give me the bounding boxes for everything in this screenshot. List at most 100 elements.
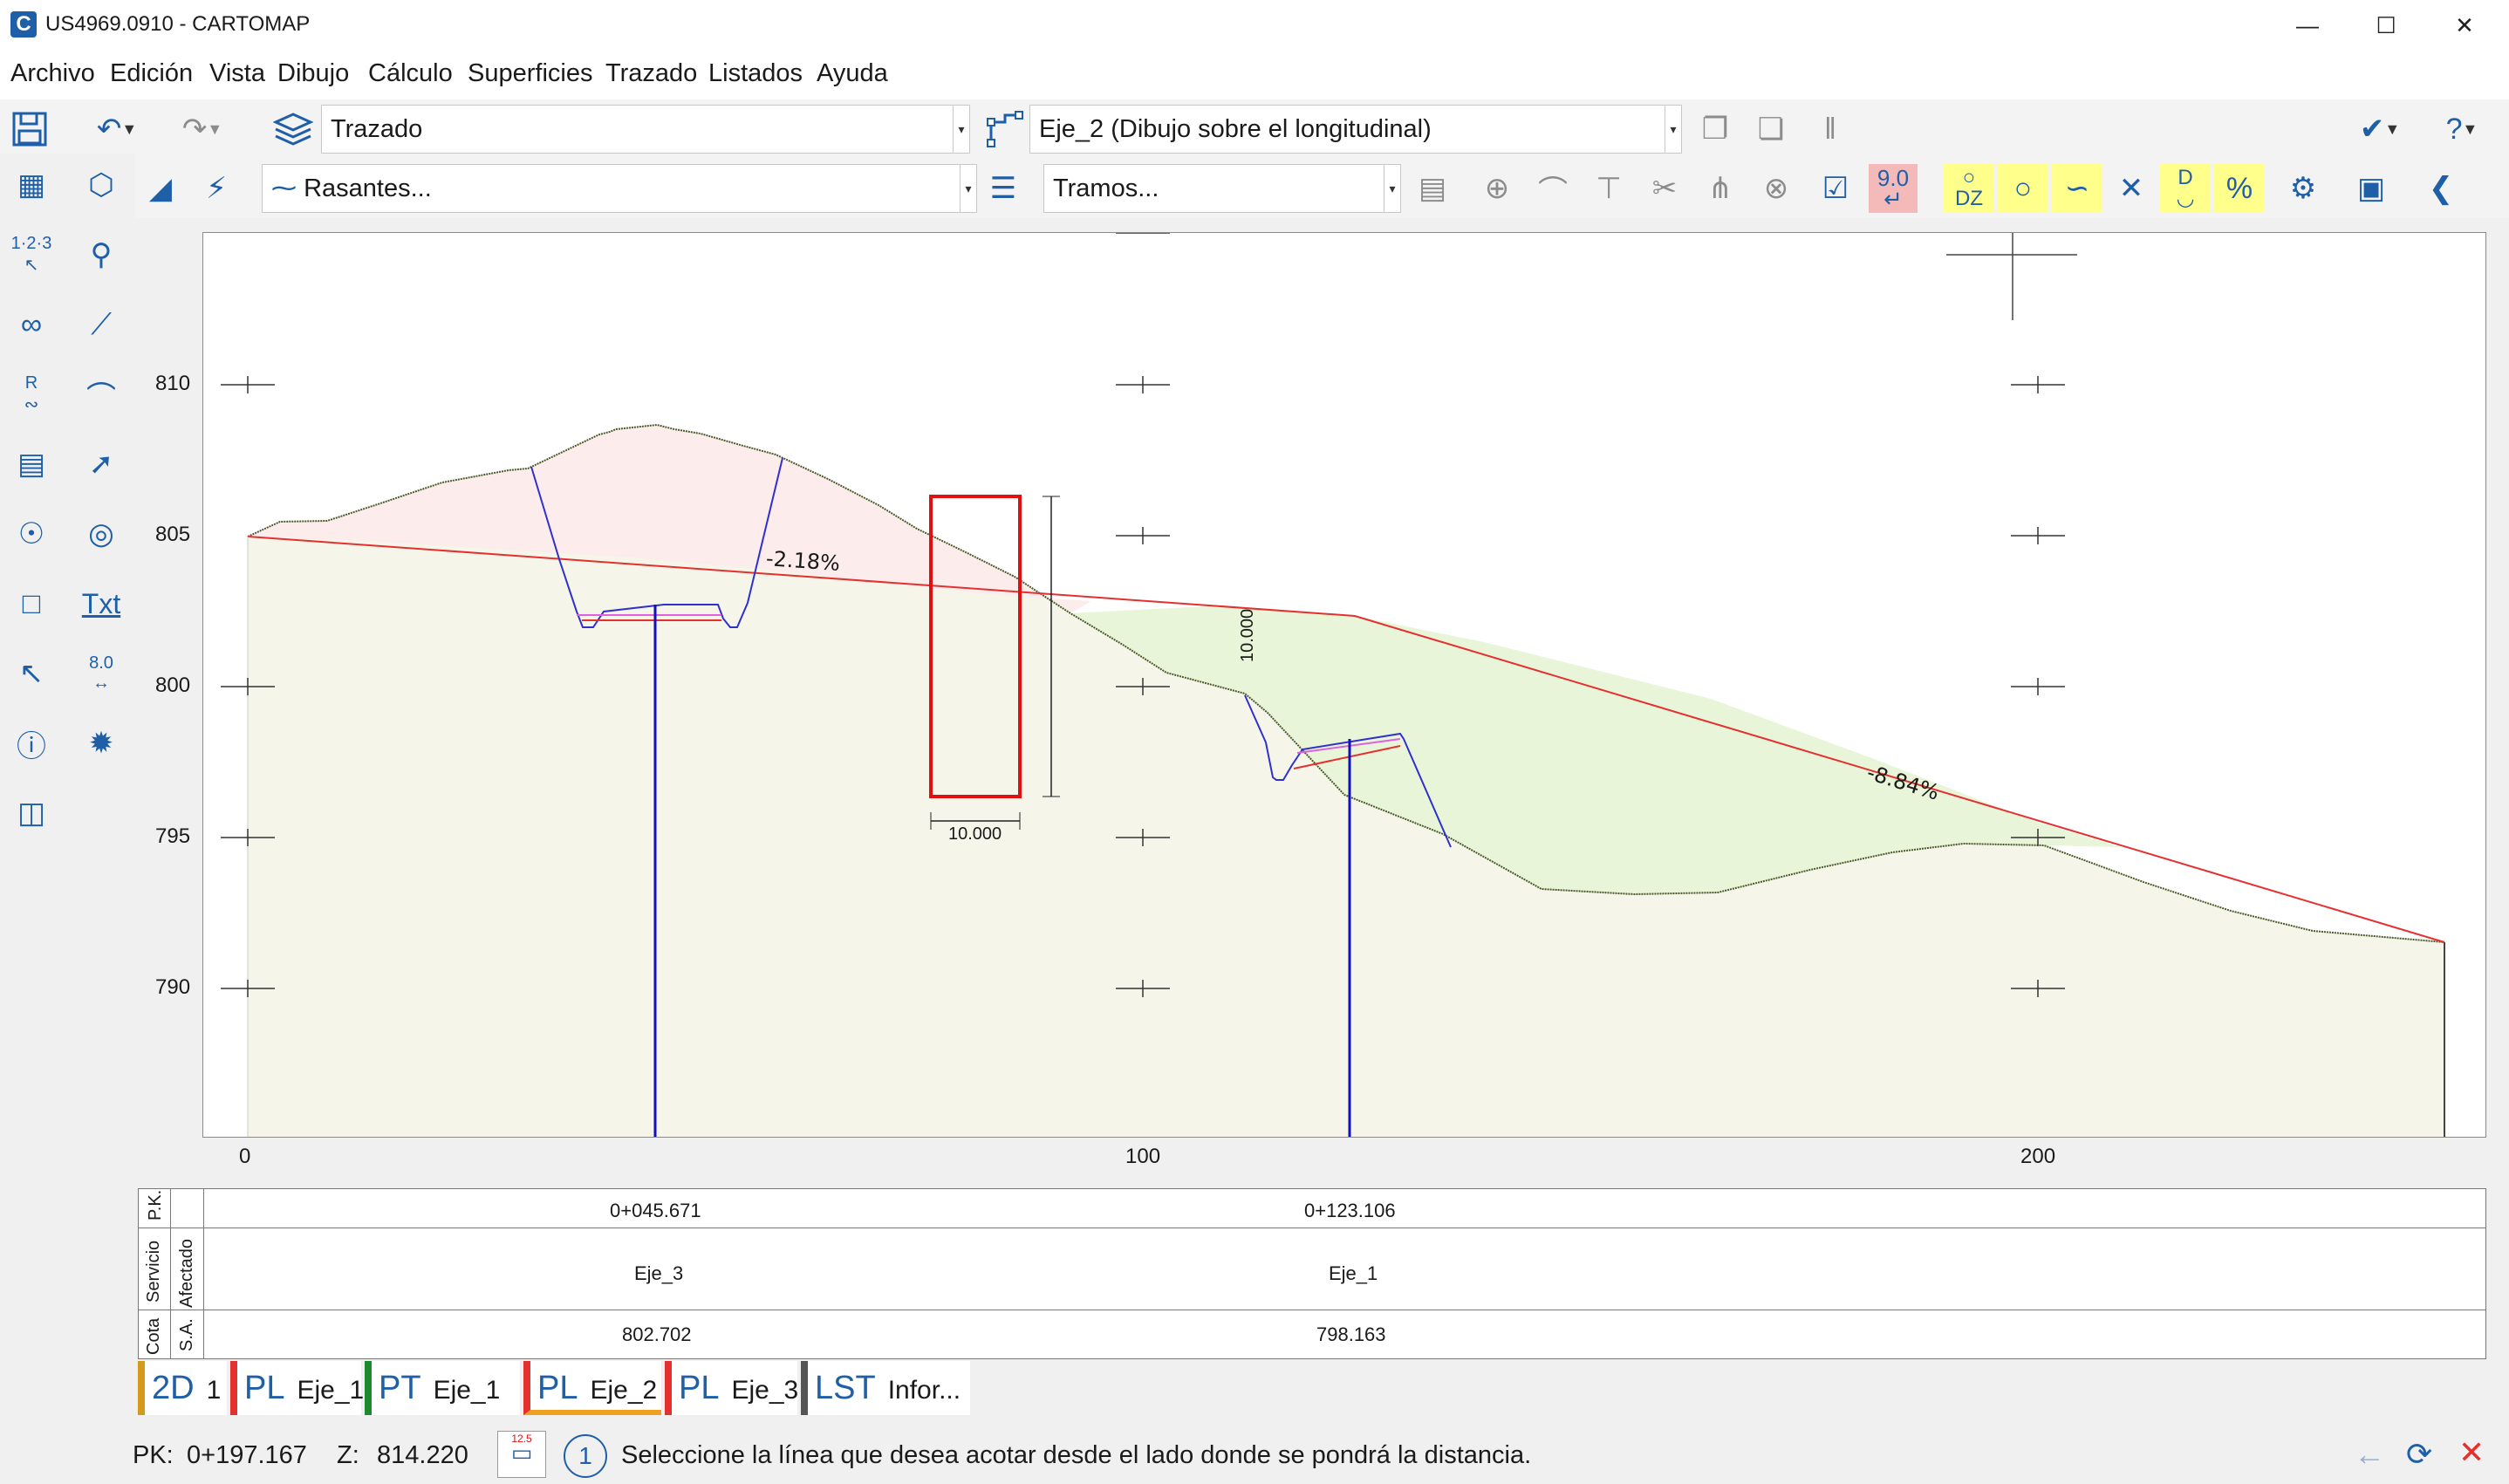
chevron-down-icon[interactable]: ▾ (1665, 106, 1681, 153)
menu-calculo[interactable]: Cálculo (368, 59, 453, 88)
minimize-icon[interactable]: — (2268, 0, 2347, 51)
percent-snap-button[interactable]: % (2214, 164, 2265, 213)
numbering-button[interactable]: 1·2·3 ↖ (3, 227, 59, 283)
chevron-down-icon[interactable]: ▾ (953, 106, 969, 153)
menu-superficies[interactable]: Superficies (468, 59, 592, 88)
image-icon[interactable]: ▦ (3, 157, 59, 213)
menu-trazado[interactable]: Trazado (605, 59, 697, 88)
circle-small-icon: ○ (1962, 166, 1976, 189)
select-arrow-icon[interactable]: ↖ (3, 646, 59, 701)
back-arrow-icon[interactable]: ← (2354, 1436, 2385, 1473)
info-icon[interactable]: ⓘ (3, 715, 59, 771)
dimension-icon: ↔ (92, 674, 110, 693)
close-icon[interactable]: ✕ (2425, 0, 2504, 51)
menu-edicion[interactable]: Edición (110, 59, 193, 88)
rasantes-combo[interactable]: ⁓ Rasantes... ▾ (262, 164, 977, 213)
row-label-sa: S.A. (177, 1318, 196, 1351)
menu-vista[interactable]: Vista (209, 59, 265, 88)
insert-vertex-icon[interactable]: ⊤ (1583, 162, 1635, 215)
tab-pt-eje1[interactable]: PTEje_1 ... (365, 1361, 520, 1459)
chevron-down-icon[interactable]: ▾ (960, 165, 976, 212)
refresh-icon[interactable]: ⟳ (2406, 1436, 2432, 1473)
trash-icon[interactable]: ◫ (3, 785, 59, 841)
ruler-icon[interactable]: ▤ (3, 436, 59, 492)
menu-ayuda[interactable]: Ayuda (817, 59, 888, 88)
circle-icon[interactable]: ◎ (73, 506, 129, 562)
y-label-795: 795 (155, 824, 191, 848)
tangent-snap-button[interactable]: ∽ (2052, 164, 2102, 213)
profile-canvas[interactable]: -2.18% -8.84% 10.000 10.000 (202, 232, 2486, 1138)
tab-label: Eje_2 (590, 1376, 658, 1405)
grade-value-button[interactable]: 9.0 ↵ (1869, 164, 1918, 213)
chevron-down-icon[interactable]: ▾ (1384, 165, 1400, 212)
layers-icon[interactable] (267, 103, 319, 155)
dz-button[interactable]: ○ DZ (1944, 164, 1994, 213)
tab-pl-eje3[interactable]: PL Eje_3 (665, 1361, 798, 1415)
toolbar-profile: ◢ ⚡ ⁓ Rasantes... ▾ ☰ Tramos... ▾ ▤ ⊕ ⌒ … (134, 159, 2509, 218)
menu-listados[interactable]: Listados (708, 59, 803, 88)
axis-combo[interactable]: Eje_2 (Dibujo sobre el longitudinal) ▾ (1029, 105, 1682, 154)
cancel-icon[interactable]: ✕ (2458, 1434, 2485, 1471)
arrange-windows-icon[interactable]: ❏ (1745, 103, 1797, 155)
vertex-snap-button[interactable]: ○ (1998, 164, 2048, 213)
cota-value-2: 798.163 (1316, 1323, 1386, 1345)
tab-pl-eje2[interactable]: PL Eje_2 (523, 1361, 661, 1415)
left-toolbar: ▦ ⬡ 1·2·3 ↖ ⚲ ∞ ⟋ R ∾ ⌒ ▤ ➚ ☉ ◎ □ Txt ↖ … (0, 154, 134, 1357)
dimension-tool-icon[interactable]: 12.5 ▭ (497, 1431, 546, 1478)
window-panel-icon[interactable]: ▣ (2345, 162, 2397, 215)
tab-label: Infor... (887, 1376, 961, 1405)
redo-icon[interactable]: ↷ ▼ (166, 103, 239, 155)
polygon-icon[interactable]: ⬡ (73, 157, 129, 213)
z-label: Z: (337, 1441, 359, 1469)
delete-vertex-icon[interactable]: ⊗ (1750, 162, 1802, 215)
help-icon[interactable]: ? ▼ (2425, 103, 2499, 155)
layer-combo[interactable]: Trazado ▾ (321, 105, 970, 154)
settings-icon[interactable]: ⚙ (2277, 162, 2329, 215)
validate-icon[interactable]: ✔ ▼ (2343, 103, 2417, 155)
polyline-icon[interactable]: ➚ (73, 436, 129, 492)
add-curve-icon[interactable]: ⌒ (1527, 162, 1579, 215)
y-label-790: 790 (155, 975, 191, 999)
intersection-snap-button[interactable]: ✕ (2106, 164, 2157, 213)
menu-archivo[interactable]: Archivo (10, 59, 95, 88)
cut-icon[interactable]: ✂ (1638, 162, 1691, 215)
layer-combo-value: Trazado (331, 115, 423, 143)
toolbar-main: ↶ ▼ ↷ ▼ Trazado ▾ Eje_2 (Dibujo sobre el l… (0, 99, 2509, 159)
tab-lst-info[interactable]: LST Infor... (801, 1361, 970, 1415)
dimension-button[interactable]: 8.0 ↔ (73, 646, 129, 701)
properties-icon[interactable]: ☑ (1809, 162, 1862, 215)
arc-icon[interactable]: ⌒ (73, 366, 129, 422)
service-value-2: Eje_1 (1329, 1262, 1378, 1284)
road-icon[interactable]: ‖ (1804, 103, 1856, 155)
cursor-crosshair (1946, 233, 2077, 320)
add-vertex-icon[interactable]: ⊕ (1471, 162, 1523, 215)
menu-dibujo[interactable]: Dibujo (277, 59, 349, 88)
join-icon[interactable]: ⋔ (1694, 162, 1747, 215)
copy-windows-icon[interactable]: ❐ (1689, 103, 1741, 155)
rasantes-combo-value: Rasantes... (304, 174, 432, 202)
profile-lightning-icon[interactable]: ⚡ (190, 162, 243, 215)
dimension-label: 8.0 (89, 653, 113, 673)
distance-snap-button[interactable]: D ◡ (2160, 164, 2211, 213)
axis-icon[interactable] (979, 103, 1031, 155)
list-icon[interactable]: ▤ (1406, 162, 1459, 215)
line-icon[interactable]: ⟋ (73, 297, 129, 352)
collapse-chevron-icon[interactable]: ❮ (2415, 162, 2467, 215)
step-number: 1 (578, 1442, 592, 1469)
polygon-circle-icon[interactable]: ✹ (73, 715, 129, 771)
zoom-icon[interactable]: ⚲ (73, 227, 129, 283)
text-button[interactable]: Txt (73, 576, 129, 632)
tab-2d[interactable]: 2D 1 (138, 1361, 227, 1415)
radius-button[interactable]: R ∾ (3, 366, 59, 422)
profile-draw-icon[interactable]: ◢ (134, 162, 187, 215)
tramos-combo-value: Tramos... (1053, 174, 1159, 202)
sections-icon[interactable]: ☰ (977, 162, 1029, 215)
pin-icon[interactable]: ☉ (3, 506, 59, 562)
undo-icon[interactable]: ↶ ▼ (80, 103, 154, 155)
maximize-icon[interactable]: ☐ (2347, 0, 2425, 51)
line-infinite-icon[interactable]: ∞ (3, 297, 59, 352)
rectangle-icon[interactable]: □ (3, 576, 59, 632)
save-icon[interactable] (3, 103, 56, 155)
tramos-combo[interactable]: Tramos... ▾ (1043, 164, 1401, 213)
tab-pl-eje1[interactable]: PL Eje_1 (230, 1361, 364, 1415)
